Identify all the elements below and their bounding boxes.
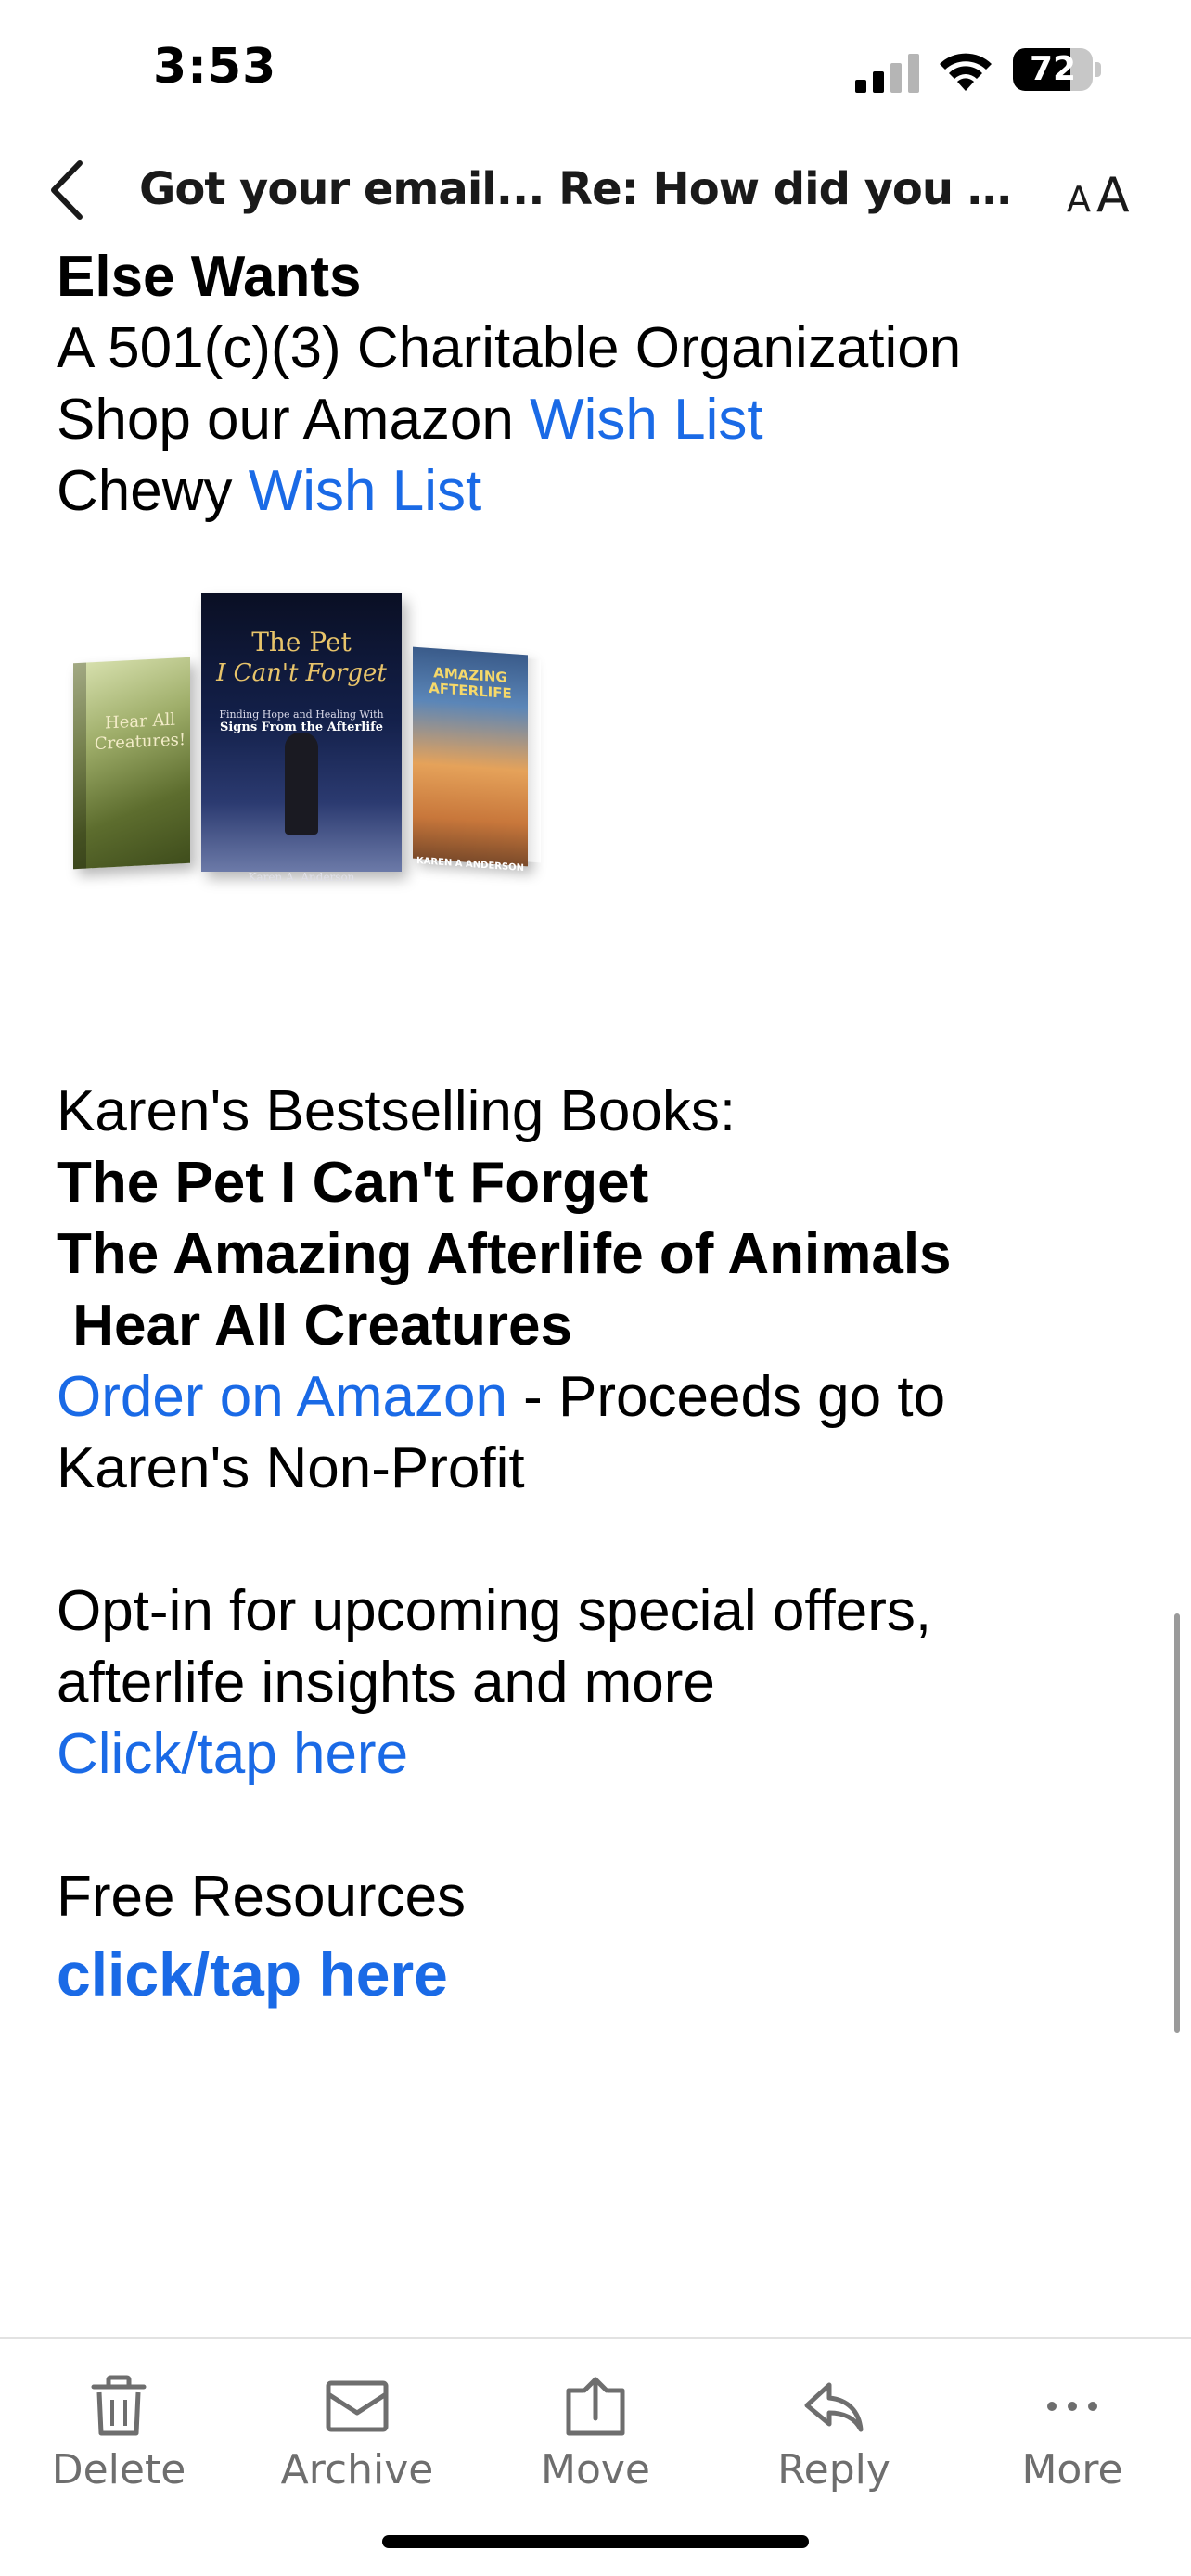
chewy-wishlist-line: Chewy Wish List [57, 455, 1151, 527]
archive-label: Archive [280, 2446, 434, 2493]
chevron-left-icon[interactable] [45, 158, 91, 223]
wifi-icon [940, 53, 992, 91]
more-dots-icon [1047, 2402, 1097, 2411]
optin-line-2: afterlife insights and more [57, 1651, 715, 1715]
order-on-amazon-link[interactable]: Order on Amazon [57, 1365, 507, 1429]
delete-button[interactable]: Delete [17, 2348, 221, 2506]
book-cover-the-pet-i-cant-forget: The Pet I Can't Forget Finding Hope and … [201, 593, 402, 884]
amazon-wishlist-line: Shop our Amazon Wish List [57, 384, 1151, 455]
book-title-1: The Pet I Can't Forget [57, 1151, 649, 1215]
trash-icon [91, 2375, 147, 2436]
books-promo-image[interactable]: Hear All Creatures! The Pet I Can't Forg… [73, 593, 602, 899]
scrollbar[interactable] [1174, 1613, 1180, 2033]
amazon-prefix: Shop our Amazon [57, 388, 531, 452]
delete-label: Delete [51, 2446, 186, 2493]
move-button[interactable]: Move [493, 2348, 698, 2506]
nav-bar: Got your email... Re: How did you surviv… [0, 139, 1191, 241]
order-line-2: Karen's Non-Profit [57, 1436, 525, 1500]
archive-button[interactable]: Archive [255, 2348, 459, 2506]
charity-line: A 501(c)(3) Charitable Organization [57, 316, 962, 380]
svg-text:A: A [1096, 168, 1130, 221]
reply-icon [804, 2382, 864, 2432]
archive-icon [326, 2380, 389, 2432]
email-content: Else Wants A 501(c)(3) Charitable Organi… [57, 241, 1151, 2016]
book-cover-hear-all-creatures: Hear All Creatures! [73, 657, 190, 870]
reply-label: Reply [777, 2446, 890, 2493]
book-title-2: The Amazing Afterlife of Animals [57, 1222, 952, 1286]
more-button[interactable]: More [970, 2348, 1174, 2506]
move-icon [566, 2377, 625, 2436]
clipped-heading: Else Wants [57, 245, 362, 309]
svg-text:A: A [1067, 179, 1091, 220]
optin-line-1: Opt-in for upcoming special offers, [57, 1579, 932, 1643]
books-heading: Karen's Bestselling Books: [57, 1079, 736, 1143]
amazon-wishlist-link[interactable]: Wish List [530, 388, 762, 452]
text-size-icon[interactable]: A A [1067, 165, 1150, 221]
book-cover-amazing-afterlife: AMAZING AFTERLIFE KAREN A ANDERSON [413, 646, 541, 874]
email-subject-title: Got your email... Re: How did you surviv… [139, 163, 1025, 215]
free-resources-link[interactable]: click/tap here [57, 1932, 1151, 2016]
book-title-3: Hear All Creatures [57, 1294, 572, 1358]
chewy-wishlist-link[interactable]: Wish List [249, 459, 481, 523]
chewy-prefix: Chewy [57, 459, 249, 523]
order-suffix: - Proceeds go to [506, 1365, 946, 1429]
email-body: Else Wants A 501(c)(3) Charitable Organi… [0, 241, 1191, 2337]
more-label: More [1021, 2446, 1123, 2493]
optin-link[interactable]: Click/tap here [57, 1718, 1151, 1790]
battery-icon: 72 [1013, 48, 1102, 93]
status-time: 3:53 [153, 39, 277, 95]
home-indicator[interactable] [382, 2535, 809, 2548]
order-line: Order on Amazon - Proceeds go to [57, 1361, 1151, 1433]
battery-percent: 72 [1029, 50, 1077, 88]
free-resources-label: Free Resources [57, 1865, 467, 1929]
move-label: Move [541, 2446, 650, 2493]
reply-button[interactable]: Reply [732, 2348, 936, 2506]
status-bar: 3:53 72 [0, 0, 1191, 139]
signal-icon [855, 54, 919, 93]
